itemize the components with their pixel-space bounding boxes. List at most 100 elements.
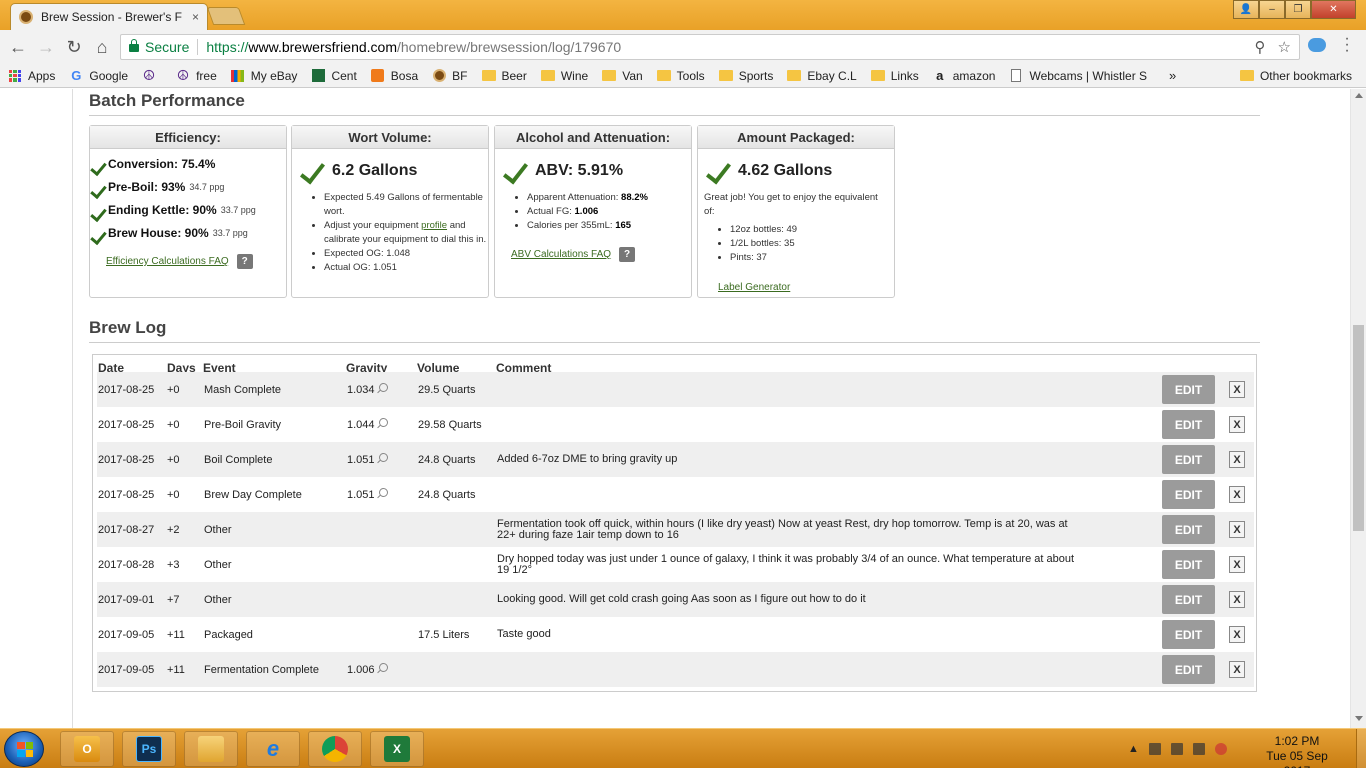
efficiency-faq-link[interactable]: Efficiency Calculations FAQ — [106, 256, 229, 267]
page-scrollbar[interactable] — [1350, 89, 1366, 728]
bookmark-item[interactable]: Tools — [656, 69, 705, 83]
abv-faq-link[interactable]: ABV Calculations FAQ — [511, 249, 611, 260]
edit-button[interactable]: EDIT — [1162, 585, 1215, 614]
log-volume: 24.8 Quarts — [418, 453, 476, 466]
bookmark-item[interactable]: Sports — [718, 69, 773, 83]
back-arrow-icon[interactable]: ← — [4, 33, 32, 61]
bookmark-item[interactable]: BF — [432, 69, 468, 83]
delete-button[interactable]: X — [1229, 626, 1245, 643]
bookmark-item[interactable]: ☮ free — [176, 67, 217, 83]
bookmark-item[interactable]: Cent — [311, 69, 357, 83]
zoom-icon[interactable]: ⚲ — [1255, 38, 1266, 56]
show-hidden-icons-icon[interactable]: ▲ — [1128, 743, 1139, 755]
start-button[interactable] — [4, 731, 44, 767]
log-comment — [497, 477, 1077, 512]
delete-button[interactable]: X — [1229, 486, 1245, 503]
bookmark-item[interactable]: a amazon — [933, 68, 995, 83]
edit-button[interactable]: EDIT — [1162, 410, 1215, 439]
equipment-profile-link[interactable]: profile — [421, 220, 447, 231]
volume-muted-icon[interactable] — [1214, 743, 1227, 755]
system-clock[interactable]: 1:02 PM Tue 05 Sep 2017 — [1252, 734, 1342, 768]
scrollbar-thumb[interactable] — [1353, 325, 1364, 531]
magnifier-icon[interactable] — [378, 663, 388, 672]
browser-tab[interactable]: Brew Session - Brewer's F × — [10, 3, 208, 30]
taskbar-photoshop-button[interactable]: Ps — [122, 731, 176, 767]
maximize-button[interactable]: ❐ — [1285, 0, 1311, 19]
delete-button[interactable]: X — [1229, 416, 1245, 433]
bookmark-item[interactable]: Links — [870, 69, 919, 83]
bookmarks-overflow-icon[interactable]: » — [1169, 68, 1176, 83]
chrome-menu-icon[interactable]: · · · — [1342, 31, 1352, 59]
tab-close-icon[interactable]: × — [192, 10, 199, 24]
magnifier-icon[interactable] — [378, 418, 388, 427]
bookmark-item[interactable]: Webcams | Whistler S — [1009, 69, 1147, 83]
edit-button[interactable]: EDIT — [1162, 445, 1215, 474]
magnifier-icon[interactable] — [378, 453, 388, 462]
edit-button[interactable]: EDIT — [1162, 620, 1215, 649]
packaged-card-header: Amount Packaged: — [698, 126, 894, 149]
delete-button[interactable]: X — [1229, 556, 1245, 573]
bookmark-item[interactable]: Van — [602, 69, 643, 83]
bookmark-item[interactable]: Apps — [8, 69, 55, 83]
bookmark-item[interactable]: ☮ — [142, 67, 162, 83]
edit-button[interactable]: EDIT — [1162, 515, 1215, 544]
log-event: Other — [204, 558, 232, 571]
bookmark-star-icon[interactable]: ☆ — [1278, 38, 1291, 56]
minimize-button[interactable]: – — [1259, 0, 1285, 19]
edit-button[interactable]: EDIT — [1162, 550, 1215, 579]
log-volume: 29.5 Quarts — [418, 383, 476, 396]
bosa-icon — [371, 69, 385, 83]
delete-button[interactable]: X — [1229, 451, 1245, 468]
forward-arrow-icon[interactable]: → — [32, 33, 60, 61]
flag-icon[interactable] — [1148, 743, 1161, 755]
scroll-up-arrow-icon[interactable] — [1355, 93, 1363, 98]
bookmark-item[interactable]: Bosa — [371, 69, 418, 83]
new-tab-button[interactable] — [206, 7, 246, 25]
log-event: Fermentation Complete — [204, 663, 319, 676]
bookmark-item[interactable]: My eBay — [231, 69, 297, 83]
delete-button[interactable]: X — [1229, 521, 1245, 538]
edit-button[interactable]: EDIT — [1162, 480, 1215, 509]
scroll-down-arrow-icon[interactable] — [1355, 716, 1363, 721]
wort-volume-card: Wort Volume: 6.2 Gallons Expected 5.49 G… — [291, 125, 489, 298]
magnifier-icon[interactable] — [378, 383, 388, 392]
other-bookmarks-folder[interactable]: Other bookmarks — [1239, 69, 1352, 83]
internet-explorer-icon: e — [266, 736, 280, 761]
home-icon[interactable]: ⌂ — [88, 33, 116, 61]
user-profile-button[interactable]: 👤 — [1233, 0, 1259, 19]
bookmark-item[interactable]: G Google — [69, 68, 128, 83]
taskbar-outlook-button[interactable]: O — [60, 731, 114, 767]
efficiency-help-icon[interactable]: ? — [236, 254, 253, 269]
delete-button[interactable]: X — [1229, 591, 1245, 608]
device-icon[interactable] — [1170, 743, 1183, 755]
edit-button[interactable]: EDIT — [1162, 655, 1215, 684]
apparent-attenuation-label: Apparent Attenuation: — [527, 192, 619, 203]
bookmark-item[interactable]: Ebay C.L — [787, 69, 857, 83]
network-signal-icon[interactable] — [1192, 743, 1205, 755]
alcohol-card-header: Alcohol and Attenuation: — [495, 126, 691, 149]
checkmark-icon — [94, 180, 104, 194]
magnifier-icon[interactable] — [378, 488, 388, 497]
show-desktop-button[interactable] — [1356, 729, 1366, 768]
gravity-value: 1.006 — [347, 663, 375, 676]
cloud-extension-icon[interactable] — [1308, 38, 1326, 52]
clock-time: 1:02 PM — [1274, 734, 1320, 748]
taskbar-internet-explorer-button[interactable]: e — [246, 731, 300, 767]
checkmark-icon — [94, 203, 104, 217]
log-days: +0 — [167, 453, 180, 466]
delete-button[interactable]: X — [1229, 381, 1245, 398]
close-window-button[interactable]: ✕ — [1311, 0, 1356, 19]
label-generator-link[interactable]: Label Generator — [718, 282, 790, 293]
log-date: 2017-08-25 — [98, 488, 155, 501]
taskbar-excel-button[interactable]: X — [370, 731, 424, 767]
reload-icon[interactable]: ↻ — [60, 33, 88, 61]
bookmark-item[interactable]: Wine — [540, 69, 588, 83]
bookmark-item[interactable]: Beer — [481, 69, 527, 83]
calories-label: Calories per 355mL: — [527, 220, 613, 231]
address-bar[interactable]: Secure https://www.brewersfriend.com/hom… — [120, 34, 1300, 60]
taskbar-explorer-button[interactable] — [184, 731, 238, 767]
delete-button[interactable]: X — [1229, 661, 1245, 678]
taskbar-chrome-button[interactable] — [308, 731, 362, 767]
edit-button[interactable]: EDIT — [1162, 375, 1215, 404]
abv-help-icon[interactable]: ? — [619, 247, 636, 262]
